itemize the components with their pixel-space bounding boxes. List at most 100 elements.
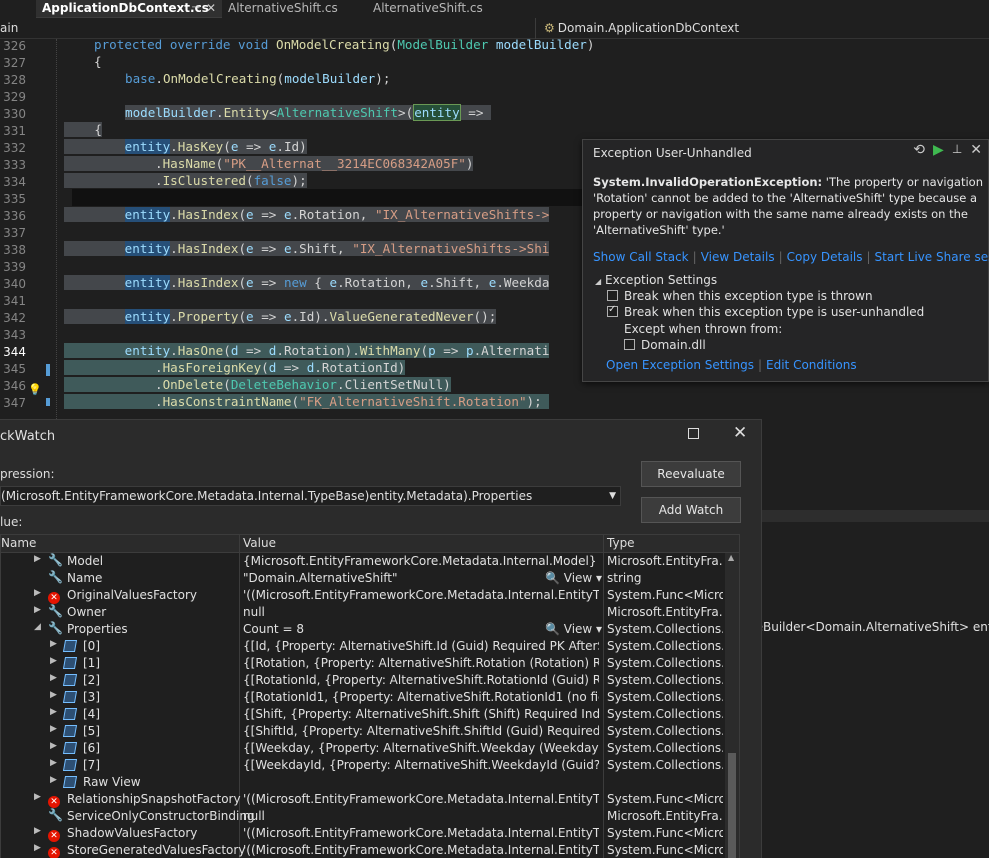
vertical-scrollbar[interactable]: ▲ (725, 553, 739, 858)
domain-dll-option[interactable]: Domain.dll (624, 338, 706, 352)
expand-icon[interactable]: ▶ (50, 639, 57, 649)
watch-row[interactable]: ▶ [3] {[RotationId1, {Property: Alternativ… (1, 689, 723, 706)
watch-row-name: OriginalValuesFactory (67, 588, 197, 602)
watch-row-value[interactable]: null (243, 605, 599, 619)
watch-row[interactable]: ▶ [6] {[Weekday, {Property: AlternativeShi… (1, 740, 723, 757)
tab-alternativeshift-1[interactable]: AlternativeShift.cs (222, 0, 367, 18)
expand-icon[interactable]: ▶ (50, 656, 57, 666)
copy-details-link[interactable]: Copy Details (787, 250, 863, 264)
line-number: 341 (3, 294, 26, 308)
watch-row[interactable]: 🔧 Name "Domain.AlternativeShift" 🔍 View ▾ st… (1, 570, 723, 587)
continue-icon[interactable]: ▶ (933, 142, 944, 158)
chevron-down-icon[interactable]: ▼ (609, 487, 616, 505)
expand-icon[interactable]: ▶ (50, 673, 57, 683)
expand-icon[interactable]: ▶ (34, 843, 41, 853)
object-icon (62, 691, 78, 706)
watch-row-value[interactable]: {[Shift, {Property: AlternativeShift.Shi… (243, 707, 599, 721)
break-unhandled-checkbox[interactable] (607, 304, 618, 317)
watch-grid[interactable]: Name Value Type ▶ 🔧 Model {Microsoft.Entity… (0, 534, 740, 858)
tab-label: AlternativeShift.cs (373, 1, 483, 15)
watch-row-value[interactable]: {[WeekdayId, {Property: AlternativeShift… (243, 758, 599, 772)
watch-row[interactable]: ▶ [4] {[Shift, {Property: AlternativeShift… (1, 706, 723, 723)
watch-row[interactable]: ▶ 🔧 Model {Microsoft.EntityFrameworkCore.Me… (1, 553, 723, 570)
watch-row-value[interactable]: null (243, 809, 599, 823)
add-watch-button[interactable]: Add Watch (641, 497, 741, 523)
watch-row-value[interactable]: {[Weekday, {Property: AlternativeShift.W… (243, 741, 599, 755)
watch-row[interactable]: ◢ 🔧 Properties Count = 8 🔍 View ▾ System.Coll… (1, 621, 723, 638)
watch-row-value[interactable]: '((Microsoft.EntityFrameworkCore.Metadat… (243, 843, 599, 857)
close-button[interactable]: ✕ (733, 423, 747, 443)
watch-row[interactable]: ▶ [1] {[Rotation, {Property: AlternativeSh… (1, 655, 723, 672)
break-unhandled-option[interactable]: Break when this exception type is user-u… (607, 304, 924, 319)
close-icon[interactable]: ✕ (206, 0, 216, 16)
break-thrown-option[interactable]: Break when this exception type is thrown (607, 289, 873, 303)
watch-row-value[interactable]: {[RotationId1, {Property: AlternativeShi… (243, 690, 599, 704)
tab-alternativeshift-2[interactable]: AlternativeShift.cs (367, 0, 507, 18)
reevaluate-button[interactable]: Reevaluate (641, 461, 741, 487)
expand-icon[interactable]: ▶ (34, 554, 41, 564)
collapse-triangle-icon[interactable]: ◢ (595, 277, 601, 286)
expression-input[interactable]: (Microsoft.EntityFrameworkCore.Metadata.… (0, 486, 621, 506)
background-pane: peBuilder<Domain.AlternativeShift> entit… (748, 510, 989, 858)
tab-applicationdbcontext[interactable]: ApplicationDbContext.cs ⊸ ✕ (36, 0, 222, 18)
column-name-header[interactable]: Name (1, 536, 36, 550)
watch-row[interactable]: ▶ [0] {[Id, {Property: AlternativeShift.Id… (1, 638, 723, 655)
watch-row[interactable]: ▶ [5] {[ShiftId, {Property: AlternativeShi… (1, 723, 723, 740)
watch-row[interactable]: ▶ ✕ RelationshipSnapshotFactory '((Microsof… (1, 791, 723, 808)
watch-row-name: [1] (83, 656, 100, 670)
break-thrown-checkbox[interactable] (607, 290, 618, 301)
watch-row[interactable]: ▶ ✕ ShadowValuesFactory '((Microsoft.Entity… (1, 825, 723, 842)
maximize-button[interactable] (688, 428, 699, 439)
expand-icon[interactable]: ▶ (50, 724, 57, 734)
watch-row-value[interactable]: {[Rotation, {Property: AlternativeShift.… (243, 656, 599, 670)
expand-icon[interactable]: ▶ (34, 605, 41, 615)
view-visualizer-button[interactable]: 🔍 View ▾ (545, 622, 602, 636)
close-icon[interactable]: ✕ (970, 142, 982, 158)
scroll-thumb[interactable] (728, 753, 736, 858)
watch-row[interactable]: ▶ [2] {[RotationId, {Property: Alternative… (1, 672, 723, 689)
view-details-link[interactable]: View Details (701, 250, 775, 264)
watch-row-name: [0] (83, 639, 100, 653)
expand-icon[interactable]: ▶ (50, 741, 57, 751)
watch-row-value[interactable]: '((Microsoft.EntityFrameworkCore.Metadat… (243, 792, 599, 806)
watch-row[interactable]: 🔧 ServiceOnlyConstructorBinding null Micros… (1, 808, 723, 825)
expand-icon[interactable]: ▶ (34, 588, 41, 598)
watch-row-value[interactable]: {Microsoft.EntityFrameworkCore.Metadata.… (243, 554, 599, 568)
project-dropdown[interactable]: ain (0, 21, 18, 35)
scroll-up-icon[interactable]: ▲ (728, 553, 734, 562)
watch-row-name: StoreGeneratedValuesFactory (67, 843, 246, 857)
type-dropdown[interactable]: ⚙ Domain.ApplicationDbContext (544, 21, 739, 35)
expand-icon[interactable]: ▶ (50, 690, 57, 700)
watch-row[interactable]: ▶ ✕ OriginalValuesFactory '((Microsoft.Enti… (1, 587, 723, 604)
column-type-header[interactable]: Type (607, 536, 635, 550)
expand-icon[interactable]: ▶ (34, 792, 41, 802)
watch-row[interactable]: ▶ [7] {[WeekdayId, {Property: AlternativeS… (1, 757, 723, 774)
column-value-header[interactable]: Value (243, 536, 276, 550)
exception-settings-section[interactable]: ◢ Exception Settings (595, 273, 717, 287)
view-visualizer-button[interactable]: 🔍 View ▾ (545, 571, 602, 585)
watch-row[interactable]: ▶ ✕ StoreGeneratedValuesFactory '((Microsof… (1, 842, 723, 858)
lightbulb-icon[interactable]: 💡 (28, 383, 42, 397)
expand-icon[interactable]: ▶ (50, 707, 57, 717)
watch-row-value[interactable]: '((Microsoft.EntityFrameworkCore.Metadat… (243, 826, 599, 840)
expand-icon[interactable]: ▶ (34, 826, 41, 836)
watch-row-value[interactable]: {[ShiftId, {Property: AlternativeShift.S… (243, 724, 599, 738)
watch-row[interactable]: ▶ 🔧 Owner null Microsoft.EntityFra... (1, 604, 723, 621)
watch-row-value[interactable]: '((Microsoft.EntityFrameworkCore.Metadat… (243, 588, 599, 602)
watch-row-value[interactable]: {[Id, {Property: AlternativeShift.Id (Gu… (243, 639, 599, 653)
watch-row[interactable]: ▶ Raw View (1, 774, 723, 791)
open-exception-settings-link[interactable]: Open Exception Settings (606, 358, 754, 372)
history-icon[interactable]: ⟲ (913, 142, 925, 158)
edit-conditions-link[interactable]: Edit Conditions (766, 358, 857, 372)
domain-dll-checkbox[interactable] (624, 339, 635, 350)
exception-header: Exception User-Unhandled (593, 146, 752, 160)
pin-icon[interactable]: ⊥ (952, 142, 962, 158)
show-call-stack-link[interactable]: Show Call Stack (593, 250, 689, 264)
live-share-link[interactable]: Start Live Share session (875, 250, 989, 264)
collapse-icon[interactable]: ◢ (34, 622, 41, 632)
line-number: 342 (3, 311, 26, 325)
expand-icon[interactable]: ▶ (50, 775, 57, 785)
pin-icon[interactable]: ⊸ (192, 0, 200, 16)
watch-row-value[interactable]: {[RotationId, {Property: AlternativeShif… (243, 673, 599, 687)
expand-icon[interactable]: ▶ (50, 758, 57, 768)
